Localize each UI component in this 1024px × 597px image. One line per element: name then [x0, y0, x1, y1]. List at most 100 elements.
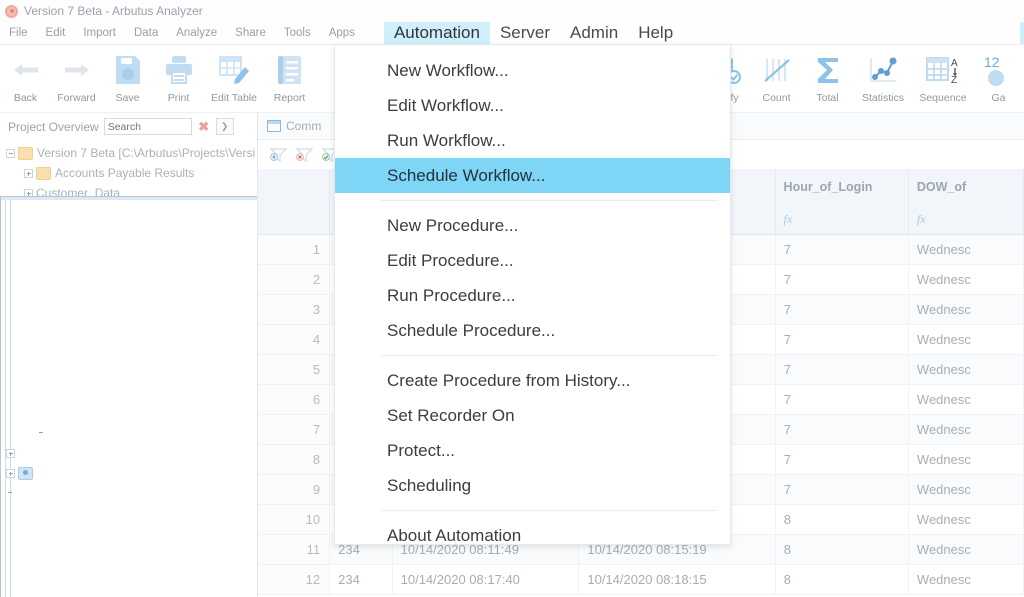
arrow-left-icon — [11, 52, 41, 88]
fx-icon: fx — [784, 212, 793, 227]
col-header-dow-label: DOW_of — [917, 180, 1023, 194]
tab-comm[interactable]: Comm — [286, 119, 321, 133]
filter-remove-icon[interactable] — [296, 147, 313, 162]
cell-dow: Wednesc — [909, 355, 1024, 385]
menu-item-run-procedure[interactable]: Run Procedure... — [335, 278, 730, 313]
menu-item-about-automation[interactable]: About Automation — [335, 518, 730, 553]
tree-spacer — [6, 489, 15, 498]
tree-item-label: Version 7 Beta [C:\Arbutus\Projects\Vers… — [37, 146, 255, 160]
expand-plus-icon[interactable] — [6, 449, 15, 458]
menu-item-run-workflow[interactable]: Run Workflow... — [335, 123, 730, 158]
print-button[interactable]: Print — [153, 45, 204, 111]
menu-item-new-workflow[interactable]: New Workflow... — [335, 53, 730, 88]
cell-dow: Wednesc — [909, 565, 1024, 595]
menu-file[interactable]: File — [0, 25, 37, 41]
cell-hour: 8 — [776, 565, 909, 595]
menu-tools[interactable]: Tools — [275, 25, 320, 41]
cell-rownum: 4 — [258, 325, 330, 355]
menu-item-create-procedure-from-history[interactable]: Create Procedure from History... — [335, 363, 730, 398]
application-window: Version 7 Beta - Arbutus Analyzer File E… — [0, 0, 1024, 597]
title-bar: Version 7 Beta - Arbutus Analyzer — [0, 0, 1024, 22]
menu-admin[interactable]: Admin — [560, 22, 628, 44]
page-title: Project Overview — [8, 120, 99, 134]
menu-import[interactable]: Import — [74, 25, 125, 41]
save-button[interactable]: Save — [102, 45, 153, 111]
cell-hour: 7 — [776, 265, 909, 295]
ribbon-group-right: Verify Count — [683, 45, 1024, 111]
clear-x-icon[interactable]: ✖ — [197, 119, 211, 135]
project-sidebar: Project Overview ✖ ❯ Version 7 Beta [C:\… — [0, 113, 258, 597]
tree-item-version-7-beta-c-arbutus-projects-versi[interactable]: Version 7 Beta [C:\Arbutus\Projects\Vers… — [0, 143, 257, 163]
cell-hour: 7 — [776, 445, 909, 475]
report-label: Report — [274, 92, 306, 104]
cell-num: 234 — [330, 565, 393, 595]
menu-server[interactable]: Server — [490, 22, 560, 44]
forward-label: Forward — [57, 92, 96, 104]
project-tree[interactable]: Version 7 Beta [C:\Arbutus\Projects\Vers… — [0, 140, 257, 597]
filter-add-icon[interactable] — [270, 147, 287, 162]
menu-share[interactable]: Share — [226, 25, 275, 41]
svg-text:12: 12 — [984, 54, 1000, 70]
cell-login: 10/14/2020 08:17:40 — [393, 565, 580, 595]
gaps-button[interactable]: 12 Ga — [973, 45, 1024, 111]
forward-button[interactable]: Forward — [51, 45, 102, 111]
cell-rownum: 2 — [258, 265, 330, 295]
print-label: Print — [168, 92, 190, 104]
expand-plus-icon[interactable] — [6, 469, 15, 478]
tree-item-label: Accounts Payable Results — [55, 166, 194, 180]
automation-dropdown-menu[interactable]: New Workflow...Edit Workflow...Run Workf… — [334, 44, 731, 545]
col-header-dow[interactable]: DOW_of fx — [909, 169, 1024, 234]
menu-item-edit-workflow[interactable]: Edit Workflow... — [335, 88, 730, 123]
report-document-icon — [276, 52, 304, 88]
menu-separator — [381, 510, 718, 511]
expand-plus-icon[interactable] — [24, 169, 33, 178]
total-button[interactable]: Total — [802, 45, 853, 111]
cell-dow: Wednesc — [909, 265, 1024, 295]
menu-item-schedule-procedure[interactable]: Schedule Procedure... — [335, 313, 730, 348]
folder-icon — [18, 147, 33, 160]
chevron-right-icon[interactable]: ❯ — [216, 118, 234, 135]
arbutus-logo-icon — [5, 5, 18, 18]
cell-dow: Wednesc — [909, 385, 1024, 415]
menu-item-set-recorder-on[interactable]: Set Recorder On — [335, 398, 730, 433]
cell-dow: Wednesc — [909, 505, 1024, 535]
menu-automation[interactable]: Automation — [384, 22, 490, 44]
menu-item-edit-procedure[interactable]: Edit Procedure... — [335, 243, 730, 278]
report-button[interactable]: Report — [264, 45, 315, 111]
cell-rownum: 10 — [258, 505, 330, 535]
statistics-button[interactable]: Statistics — [853, 45, 913, 111]
tree-item-vendor-master-sep2020[interactable]: Vendor_Master_Sep2020 — [0, 403, 257, 423]
scatter-chart-icon — [867, 52, 899, 88]
table-sort-az-icon: A Z — [925, 52, 961, 88]
count-button[interactable]: Count — [751, 45, 802, 111]
gaps-label: Ga — [991, 92, 1005, 104]
menu-analyze[interactable]: Analyze — [167, 25, 226, 41]
search-input[interactable] — [104, 118, 192, 135]
bar-count-icon — [762, 52, 792, 88]
col-header-hour-of-login[interactable]: Hour_of_Login fx — [776, 169, 909, 234]
menu-item-scheduling[interactable]: Scheduling — [335, 468, 730, 503]
collapse-minus-icon[interactable] — [6, 149, 15, 158]
menu-separator — [381, 200, 718, 201]
menu-edit[interactable]: Edit — [37, 25, 75, 41]
menu-data[interactable]: Data — [125, 25, 167, 41]
menu-item-protect[interactable]: Protect... — [335, 433, 730, 468]
menu-separator — [381, 355, 718, 356]
back-button[interactable]: Back — [0, 45, 51, 111]
cell-hour: 7 — [776, 385, 909, 415]
table-icon — [0, 196, 257, 597]
tree-item-accounts-payable-results[interactable]: Accounts Payable Results — [0, 163, 257, 183]
menu-item-schedule-workflow[interactable]: Schedule Workflow... — [335, 158, 730, 193]
menu-bar: File Edit Import Data Analyze Share Tool… — [0, 22, 1024, 44]
menu-item-new-procedure[interactable]: New Procedure... — [335, 208, 730, 243]
table-row[interactable]: 1223410/14/2020 08:17:4010/14/2020 08:18… — [258, 565, 1024, 595]
edit-table-button[interactable]: Edit Table — [204, 45, 264, 111]
menu-help[interactable]: Help — [628, 22, 683, 44]
cell-dow: Wednesc — [909, 235, 1024, 265]
cell-hour: 7 — [776, 355, 909, 385]
menu-apps[interactable]: Apps — [320, 25, 364, 41]
folder-icon — [36, 167, 51, 180]
sequence-button[interactable]: A Z Sequence — [913, 45, 973, 111]
sigma-icon — [813, 52, 843, 88]
cell-hour: 8 — [776, 505, 909, 535]
